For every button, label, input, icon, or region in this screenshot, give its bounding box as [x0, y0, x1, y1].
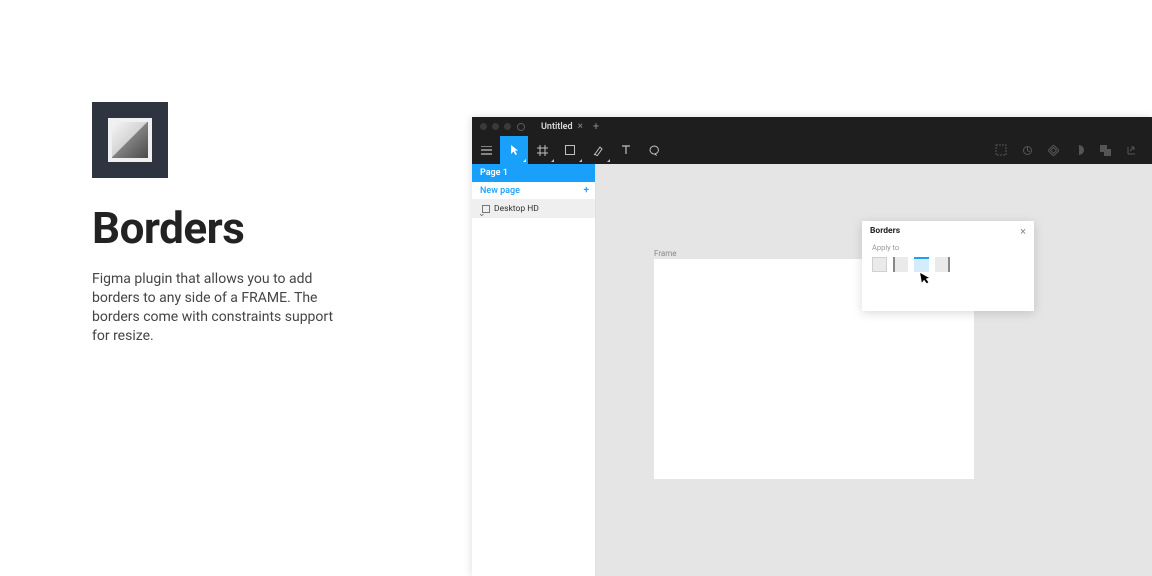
new-page-label: New page [480, 186, 520, 196]
border-option-left[interactable] [893, 257, 908, 272]
shape-tool[interactable] [556, 136, 584, 164]
document-title[interactable]: Untitled [541, 122, 573, 132]
component-tool-icon[interactable] [988, 136, 1014, 164]
boolean-tool-icon[interactable] [1066, 136, 1092, 164]
frame-label[interactable]: Frame [654, 249, 676, 258]
tab-close-button[interactable]: × [578, 121, 583, 132]
layers-panel: Page 1 New page + Desktop HD [472, 164, 596, 576]
page-tab-current[interactable]: Page 1 [472, 164, 595, 182]
frame-icon [482, 205, 490, 213]
plugin-title: Borders [92, 206, 352, 250]
window-titlebar[interactable]: Untitled × + [472, 117, 1152, 136]
border-option-right[interactable] [935, 257, 950, 272]
mask-tool-icon[interactable] [1040, 136, 1066, 164]
move-tool[interactable] [500, 136, 528, 164]
menu-button[interactable] [472, 136, 500, 164]
figma-app-window: Untitled × + [472, 117, 1152, 576]
border-option-top[interactable] [914, 257, 929, 272]
maximize-window-button[interactable] [504, 123, 511, 130]
border-option-all[interactable] [872, 257, 887, 272]
pen-tool[interactable] [584, 136, 612, 164]
traffic-lights[interactable] [480, 123, 511, 130]
border-options-group [862, 257, 1034, 272]
plus-icon: + [583, 185, 589, 196]
plugin-description: Figma plugin that allows you to add bord… [92, 270, 342, 346]
cursor-icon [920, 271, 931, 284]
layer-name: Desktop HD [494, 204, 539, 214]
plugin-panel-title: Borders [870, 226, 900, 236]
plugin-logo [92, 102, 168, 178]
toolbar [472, 136, 1152, 164]
comment-tool[interactable] [640, 136, 668, 164]
union-tool-icon[interactable] [1092, 136, 1118, 164]
plugin-logo-graphic [108, 118, 152, 162]
minimize-window-button[interactable] [492, 123, 499, 130]
layer-row-root[interactable]: Desktop HD [472, 200, 595, 218]
canvas[interactable]: Frame Borders × Apply to [596, 164, 1152, 576]
reset-icon[interactable] [1014, 136, 1040, 164]
close-window-button[interactable] [480, 123, 487, 130]
history-icon[interactable] [517, 123, 525, 131]
new-page-button[interactable]: New page + [472, 182, 595, 200]
borders-plugin-panel[interactable]: Borders × Apply to [862, 221, 1034, 311]
tab-add-button[interactable]: + [593, 120, 599, 133]
link-tool-icon[interactable] [1118, 136, 1144, 164]
frame-tool[interactable] [528, 136, 556, 164]
text-tool[interactable] [612, 136, 640, 164]
close-icon[interactable]: × [1020, 225, 1026, 238]
apply-to-label: Apply to [862, 241, 1034, 257]
page-tab-label: Page 1 [480, 168, 508, 178]
